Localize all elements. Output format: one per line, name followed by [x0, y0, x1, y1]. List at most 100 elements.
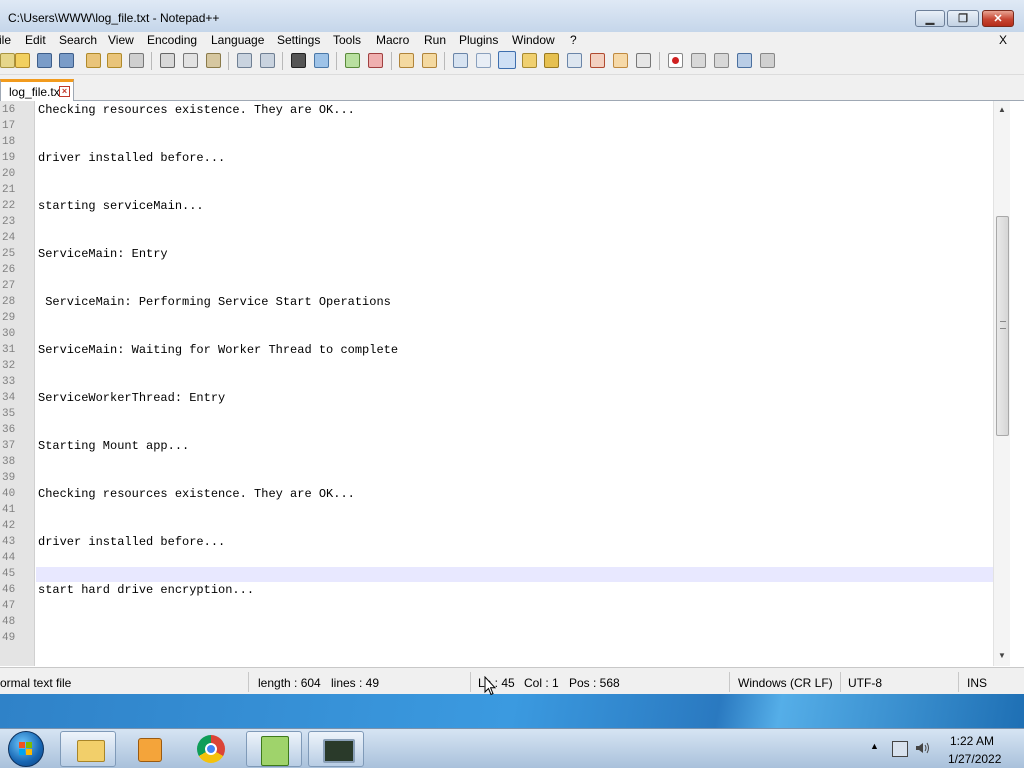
code-line: driver installed before...: [38, 535, 226, 549]
save-all-icon[interactable]: [59, 53, 74, 68]
menu-file[interactable]: ile: [0, 33, 11, 47]
status-insert-mode: INS: [967, 676, 988, 690]
toolbar-separator: [228, 52, 229, 70]
windows-logo-icon: [19, 742, 32, 755]
indent-guide-icon[interactable]: [498, 51, 516, 69]
restore-icon: ❐: [958, 13, 968, 25]
zoom-in-icon[interactable]: [345, 53, 360, 68]
clock-time[interactable]: 1:22 AM: [950, 734, 994, 748]
find-icon[interactable]: [291, 53, 306, 68]
menu-settings[interactable]: Settings: [277, 33, 320, 47]
line-number: 42: [2, 520, 16, 532]
redo-icon[interactable]: [260, 53, 275, 68]
taskbar: ▲ 1:22 AM 1/27/2022: [0, 728, 1024, 768]
open-file-icon[interactable]: [15, 53, 30, 68]
paste-icon[interactable]: [206, 53, 221, 68]
record-macro-icon[interactable]: [668, 53, 683, 68]
status-pos: Pos : 568: [569, 676, 620, 690]
playback-icon[interactable]: [714, 53, 729, 68]
save-macro-icon[interactable]: [760, 53, 775, 68]
show-hidden-icons-icon[interactable]: ▲: [870, 741, 879, 751]
line-number: 32: [2, 360, 16, 372]
menu-help[interactable]: ?: [570, 33, 577, 47]
sync-horizontal-icon[interactable]: [422, 53, 437, 68]
menu-encoding[interactable]: Encoding: [147, 33, 197, 47]
folder-as-workspace-icon[interactable]: [613, 53, 628, 68]
menu-tools[interactable]: Tools: [333, 33, 361, 47]
code-line: driver installed before...: [38, 151, 226, 165]
minimize-button[interactable]: ▁: [915, 10, 945, 27]
line-number: 39: [2, 472, 16, 484]
replace-icon[interactable]: [314, 53, 329, 68]
chrome-center: [205, 743, 217, 755]
volume-icon[interactable]: [914, 740, 930, 756]
monitoring-icon[interactable]: [636, 53, 651, 68]
menu-macro[interactable]: Macro: [376, 33, 409, 47]
vertical-scrollbar[interactable]: ▲ ▼: [993, 101, 1010, 666]
taskbar-chrome[interactable]: [184, 731, 240, 767]
menu-plugins[interactable]: Plugins: [459, 33, 498, 47]
zoom-out-icon[interactable]: [368, 53, 383, 68]
start-button[interactable]: [8, 731, 44, 767]
chrome-icon: [197, 735, 225, 763]
line-number: 23: [2, 216, 16, 228]
line-number-gutter: 16 17 18 19 20 21 22 23 24 25 26 27 28 2…: [0, 101, 35, 666]
line-number: 27: [2, 280, 16, 292]
scrollbar-thumb[interactable]: [996, 216, 1009, 436]
text-editor[interactable]: 16 17 18 19 20 21 22 23 24 25 26 27 28 2…: [0, 101, 1024, 666]
tab-label: log_file.txt: [9, 85, 64, 99]
new-file-icon[interactable]: [0, 53, 15, 68]
status-lines: lines : 49: [331, 676, 380, 690]
close-document-button[interactable]: X: [999, 33, 1007, 47]
close-file-icon[interactable]: [86, 53, 101, 68]
line-number: 41: [2, 504, 16, 516]
menu-window[interactable]: Window: [512, 33, 555, 47]
line-number: 45: [2, 568, 16, 580]
copy-icon[interactable]: [183, 53, 198, 68]
scroll-up-arrow-icon[interactable]: ▲: [997, 105, 1007, 115]
menu-run[interactable]: Run: [424, 33, 446, 47]
line-number: 20: [2, 168, 16, 180]
status-separator: [248, 672, 249, 692]
close-tab-icon[interactable]: ×: [59, 86, 70, 97]
close-window-button[interactable]: ✕: [982, 10, 1014, 27]
menu-edit[interactable]: Edit: [25, 33, 46, 47]
taskbar-task-manager[interactable]: [308, 731, 364, 767]
user-defined-language-icon[interactable]: [522, 53, 537, 68]
sync-vertical-icon[interactable]: [399, 53, 414, 68]
run-macro-multiple-icon[interactable]: [737, 53, 752, 68]
taskbar-media-player[interactable]: [122, 731, 178, 767]
menu-search[interactable]: Search: [59, 33, 97, 47]
line-number: 34: [2, 392, 16, 404]
status-eol: Windows (CR LF): [738, 676, 833, 690]
line-number: 21: [2, 184, 16, 196]
undo-icon[interactable]: [237, 53, 252, 68]
line-number: 17: [2, 120, 16, 132]
document-list-icon[interactable]: [567, 53, 582, 68]
tab-bar: log_file.txt ×: [0, 75, 1024, 101]
line-number: 25: [2, 248, 16, 260]
status-bar: ormal text file length : 604 lines : 49 …: [0, 667, 1024, 694]
taskbar-explorer[interactable]: [60, 731, 116, 767]
desktop-background: [0, 694, 1024, 728]
show-all-characters-icon[interactable]: [476, 53, 491, 68]
scroll-down-arrow-icon[interactable]: ▼: [997, 651, 1007, 661]
menu-view[interactable]: View: [108, 33, 134, 47]
save-icon[interactable]: [37, 53, 52, 68]
document-map-icon[interactable]: [544, 53, 559, 68]
line-number: 44: [2, 552, 16, 564]
tab-log-file[interactable]: log_file.txt ×: [0, 79, 74, 101]
network-icon[interactable]: [892, 741, 908, 757]
clock-date[interactable]: 1/27/2022: [948, 752, 1001, 766]
close-all-icon[interactable]: [107, 53, 122, 68]
restore-button[interactable]: ❐: [947, 10, 979, 27]
menu-language[interactable]: Language: [211, 33, 264, 47]
taskbar-notepad-plus-plus[interactable]: [246, 731, 302, 767]
stop-recording-icon[interactable]: [691, 53, 706, 68]
function-list-icon[interactable]: [590, 53, 605, 68]
cut-icon[interactable]: [160, 53, 175, 68]
line-number: 26: [2, 264, 16, 276]
word-wrap-icon[interactable]: [453, 53, 468, 68]
line-number: 31: [2, 344, 16, 356]
print-icon[interactable]: [129, 53, 144, 68]
